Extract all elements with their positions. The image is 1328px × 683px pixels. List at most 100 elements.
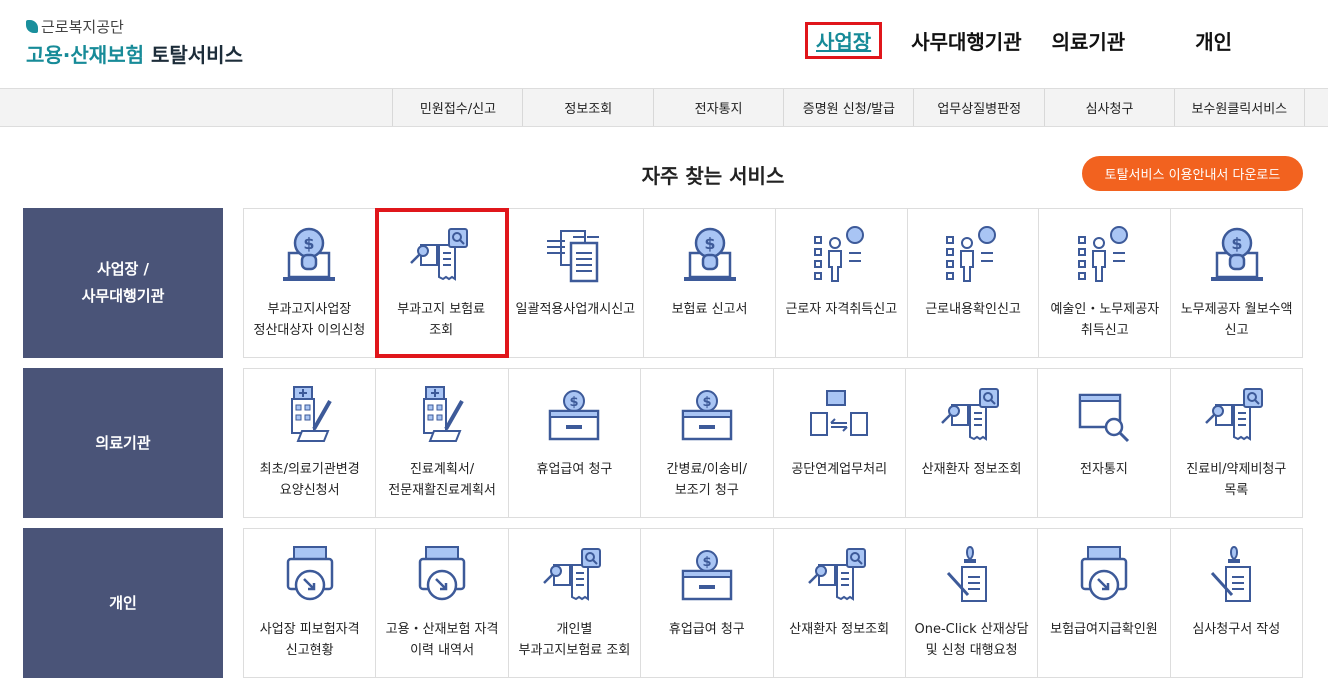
service-item[interactable]: $ 간병료/이송비/보조기 청구 [641, 369, 774, 517]
service-item[interactable]: 공단연계업무처리 [774, 369, 906, 517]
svg-text:$: $ [304, 234, 315, 253]
service-item[interactable]: One-Click 산재상담 및 신청 대행요청 [906, 529, 1039, 677]
service-item-label: 최초/의료기관변경 요양신청서 [259, 462, 360, 498]
svg-text:$: $ [702, 395, 711, 410]
subnav-item[interactable]: 증명원 신청/발급 [782, 89, 914, 126]
topnav-personal[interactable]: 개인 [1195, 26, 1232, 59]
bulb-icon: $ [683, 227, 736, 281]
service-item[interactable]: $ 휴업급여 청구 [641, 529, 774, 677]
service-item-label: 예술인・노무제공자 취득신고 [1050, 302, 1160, 338]
service-item[interactable]: 근로내용확인신고 [908, 209, 1040, 357]
service-item-label: 부과고지사업장 정산대상자 이의신청 [253, 302, 366, 338]
box-icon: $ [549, 390, 600, 441]
title-part-a: 고용·산재보험 [26, 43, 144, 67]
printer-icon [1080, 546, 1128, 601]
service-item[interactable]: 부과고지 보험료 조회 [374, 208, 509, 358]
service-item-label: 고용・산재보험 자격 이력 내역서 [385, 622, 499, 658]
service-item[interactable]: 산재환자 정보조회 [906, 369, 1039, 517]
logo[interactable]: 근로복지공단 고용·산재보험 토탈서비스 [26, 16, 243, 68]
service-item-label: 노무제공자 월보수액 신고 [1180, 302, 1293, 338]
person-chart-icon [814, 226, 865, 282]
service-item[interactable]: $ 보험료 신고서 [644, 209, 776, 357]
subnav-item[interactable]: 보수원클릭서비스 [1173, 89, 1305, 126]
service-item[interactable]: 고용・산재보험 자격 이력 내역서 [376, 529, 509, 677]
sub-nav: 민원접수/신고 정보조회 전자통지 증명원 신청/발급 업무상질병판정 심사청구 보수원클릭… [0, 88, 1328, 127]
printer-icon [418, 546, 466, 601]
org-label: 근로복지공단 [41, 18, 124, 36]
search-doc-icon [410, 228, 469, 281]
service-item-label: 근로자 자격취득신고 [785, 302, 898, 317]
service-item[interactable]: 진료비/약제비청구 목록 [1171, 369, 1302, 517]
service-item-label: 휴업급여 청구 [668, 622, 745, 637]
exchange-icon [810, 390, 869, 436]
service-item[interactable]: 예술인・노무제공자 취득신고 [1039, 209, 1172, 357]
hospital-icon [423, 386, 464, 442]
service-item[interactable]: 일괄적용사업개시신고 [508, 209, 645, 357]
service-item[interactable]: 진료계획서/전문재활진료계획서 [376, 369, 509, 517]
subnav-item[interactable]: 민원접수/신고 [392, 89, 523, 126]
service-item-label: 일괄적용사업개시신고 [515, 302, 636, 317]
topnav-agency[interactable]: 사무대행기관 [911, 26, 1021, 59]
service-item[interactable]: 전자통지 [1038, 369, 1171, 517]
bulb-icon: $ [1210, 227, 1263, 281]
service-item-label: 개인별 부과고지보험료 조회 [518, 622, 631, 658]
parcel-icon [1078, 393, 1129, 443]
service-item[interactable]: 근로자 자격취득신고 [776, 209, 908, 357]
service-item[interactable]: 최초/의료기관변경 요양신청서 [244, 369, 377, 517]
logo-mark-icon [26, 20, 38, 33]
row-category-label: 사업장 / 사무대행기관 [23, 208, 223, 358]
service-item-label: 전자통지 [1080, 462, 1128, 477]
search-doc-icon [940, 388, 999, 441]
bulb-icon: $ [283, 227, 336, 281]
service-grid: 최초/의료기관변경 요양신청서 진료계획서/전문재활진료계획서 $ 휴업급여 청구 $ 간… [243, 368, 1303, 518]
service-grid: 사업장 피보험자격 신고현황 고용・산재보험 자격 이력 내역서 개인별 부과고지보… [243, 528, 1303, 678]
service-item[interactable]: $ 부과고지사업장 정산대상자 이의신청 [244, 209, 376, 357]
subnav-item[interactable]: 정보조회 [522, 89, 653, 126]
org-name: 근로복지공단 [26, 16, 243, 37]
top-nav: 사업장 사무대행기관 의료기관 개인 [800, 22, 1232, 59]
site-title: 고용·산재보험 토탈서비스 [26, 39, 243, 68]
svg-text:$: $ [702, 555, 711, 570]
service-item-label: 진료비/약제비청구 목록 [1186, 462, 1287, 498]
service-row: 의료기관최초/의료기관변경 요양신청서 진료계획서/전문재활진료계획서 $ 휴업급여 … [23, 368, 1303, 518]
person-chart-icon [946, 226, 997, 282]
subnav-item[interactable]: 전자통지 [652, 89, 784, 126]
topnav-medical[interactable]: 의료기관 [1052, 26, 1126, 59]
pen-icon [1211, 545, 1252, 602]
service-item-label: 산재환자 정보조회 [789, 622, 890, 637]
subnav-item[interactable]: 심사청구 [1043, 89, 1175, 126]
box-icon: $ [681, 390, 733, 441]
service-item-label: 공단연계업무처리 [791, 462, 888, 477]
search-doc-icon [543, 548, 602, 601]
printer-icon [286, 546, 333, 601]
service-item-label: One-Click 산재상담 및 신청 대행요청 [914, 622, 1029, 658]
service-item[interactable]: 산재환자 정보조회 [774, 529, 906, 677]
search-doc-icon [1205, 388, 1264, 441]
service-item-label: 부과고지 보험료 조회 [397, 302, 486, 338]
service-item-label: 심사청구서 작성 [1192, 622, 1281, 637]
service-item[interactable]: 사업장 피보험자격 신고현황 [244, 529, 377, 677]
topnav-business[interactable]: 사업장 [805, 22, 883, 59]
service-item[interactable]: $ 노무제공자 월보수액 신고 [1171, 209, 1302, 357]
service-row: 개인 사업장 피보험자격 신고현황 고용・산재보험 자격 이력 내역서 개인별 부과고… [23, 528, 1303, 678]
search-doc-icon [808, 548, 867, 601]
box-icon: $ [681, 550, 733, 601]
service-item[interactable]: 보험급여지급확인원 [1038, 529, 1171, 677]
service-item[interactable]: 심사청구서 작성 [1171, 529, 1302, 677]
service-item[interactable]: $ 휴업급여 청구 [509, 369, 642, 517]
service-item-label: 휴업급여 청구 [536, 462, 613, 477]
service-item[interactable]: 개인별 부과고지보험료 조회 [509, 529, 642, 677]
row-category-label: 개인 [23, 528, 223, 678]
download-guide-button[interactable]: 토탈서비스 이용안내서 다운로드 [1082, 156, 1303, 191]
person-chart-icon [1077, 226, 1128, 282]
row-category-label: 의료기관 [23, 368, 223, 518]
hospital-icon [290, 386, 332, 442]
service-item-label: 보험료 신고서 [671, 302, 748, 317]
svg-text:$: $ [570, 395, 579, 410]
service-item-label: 진료계획서/전문재활진료계획서 [388, 462, 496, 498]
pen-icon [946, 545, 987, 602]
svg-text:$: $ [704, 234, 715, 253]
transfer-icon [547, 230, 600, 283]
service-row: 사업장 / 사무대행기관 $ 부과고지사업장 정산대상자 이의신청 부과고지 보험료 … [23, 208, 1303, 358]
subnav-item[interactable]: 업무상질병판정 [913, 89, 1044, 126]
